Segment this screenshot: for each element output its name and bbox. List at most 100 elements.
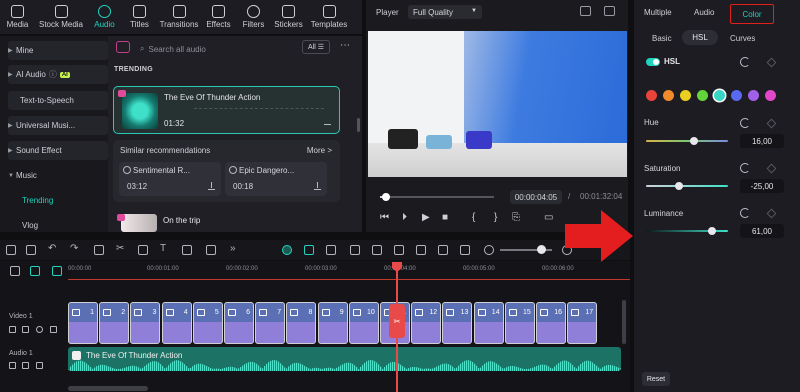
toolbar-audio[interactable]: Audio [87, 0, 122, 34]
crop-icon[interactable] [182, 245, 192, 255]
audio-clip[interactable]: The Eve Of Thunder Action [68, 347, 621, 371]
mark-icon[interactable] [326, 245, 336, 255]
render-icon[interactable] [350, 245, 360, 255]
panel-scrollbar[interactable] [357, 118, 360, 132]
color-swatch[interactable] [646, 90, 657, 101]
lock-icon[interactable] [36, 362, 43, 369]
zoom-slider-handle[interactable] [537, 245, 546, 254]
sidebar-item-text-to-speech[interactable]: Text-to-Speech [8, 91, 108, 110]
similar-item[interactable]: Epic Dangero... 00:18 [225, 162, 327, 196]
split-marker[interactable]: ✂ [389, 304, 405, 338]
shield-icon[interactable] [372, 245, 382, 255]
seek-bar[interactable] [380, 193, 494, 201]
color-swatch[interactable] [748, 90, 759, 101]
download-icon[interactable] [324, 117, 331, 125]
ai-tool-icon[interactable] [282, 245, 292, 255]
video-clip[interactable]: 12 [411, 302, 442, 344]
quality-dropdown[interactable]: Full Quality ▼ [408, 5, 482, 19]
video-track[interactable]: 1234567891011121314151617 [68, 302, 621, 344]
video-clip[interactable]: 1 [68, 302, 98, 344]
magnet-icon[interactable] [52, 266, 62, 276]
more-options-icon[interactable]: ⋯ [340, 40, 350, 51]
reset-icon[interactable] [740, 118, 750, 128]
keyframe-icon[interactable] [766, 57, 777, 68]
video-clip[interactable]: 17 [567, 302, 598, 344]
snapshot-icon[interactable]: ⎘ [512, 212, 520, 223]
timeline-horizontal-scrollbar[interactable] [68, 386, 148, 391]
play-icon[interactable] [123, 166, 131, 174]
lock-icon[interactable] [50, 326, 57, 333]
toolbar-stickers[interactable]: Stickers [271, 0, 306, 34]
reset-button[interactable]: Reset [642, 372, 670, 386]
hsl-toggle[interactable] [646, 58, 660, 66]
redo-icon[interactable]: ↷ [70, 243, 80, 254]
image-icon[interactable] [206, 245, 216, 255]
reset-icon[interactable] [740, 57, 750, 67]
audio-edit-icon[interactable] [138, 245, 148, 255]
subtab-curves[interactable]: Curves [730, 34, 755, 43]
snapshot-image-icon[interactable] [604, 6, 615, 16]
keyframe-icon[interactable] [766, 118, 777, 129]
search-input[interactable]: ⌕ Search all audio [140, 42, 310, 56]
sidebar-item-music[interactable]: ▼ Music [8, 166, 108, 185]
luminance-slider[interactable] [646, 227, 728, 235]
voiceover-icon[interactable] [416, 245, 426, 255]
folder-icon[interactable] [9, 362, 16, 369]
stop-icon[interactable]: ■ [442, 212, 448, 223]
filter-dropdown[interactable]: All ☰ [302, 40, 330, 54]
play-icon[interactable]: ▶ [422, 212, 430, 223]
tab-multiple[interactable]: Multiple [644, 8, 672, 17]
video-clip[interactable]: 15 [504, 302, 535, 344]
hue-value[interactable]: 16,00 [740, 134, 784, 148]
select-arrow-icon[interactable] [26, 245, 36, 255]
download-icon[interactable] [208, 182, 215, 190]
grid-view-icon[interactable] [580, 6, 591, 16]
video-clip[interactable]: 8 [286, 302, 317, 344]
toolbar-titles[interactable]: Titles [122, 0, 157, 34]
keyframe-icon[interactable] [766, 163, 777, 174]
download-icon[interactable] [314, 182, 321, 190]
speaker-icon[interactable] [22, 362, 29, 369]
video-clip[interactable]: 6 [224, 302, 254, 344]
toolbar-filters[interactable]: Filters [236, 0, 271, 34]
play-reverse-icon[interactable]: ⏵ [402, 212, 407, 223]
sidebar-item-mine[interactable]: ▶ Mine [8, 41, 108, 60]
tab-color[interactable]: Color [730, 4, 774, 24]
undo-icon[interactable]: ↶ [48, 243, 58, 254]
timeline-vertical-scrollbar[interactable] [622, 300, 626, 344]
video-clip[interactable]: 9 [317, 302, 348, 344]
color-swatch[interactable] [697, 90, 708, 101]
reset-icon[interactable] [740, 208, 750, 218]
eye-icon[interactable] [36, 326, 43, 333]
speaker-icon[interactable] [22, 326, 29, 333]
hue-slider[interactable] [646, 137, 728, 145]
video-clip[interactable]: 14 [473, 302, 504, 344]
hue-slider-handle[interactable] [689, 137, 698, 145]
color-swatch[interactable] [714, 90, 725, 101]
more-tools-icon[interactable]: » [230, 243, 240, 254]
toolbar-templates[interactable]: Templates [306, 0, 352, 34]
video-clip[interactable]: 16 [536, 302, 566, 344]
play-icon[interactable] [229, 166, 237, 174]
saturation-value[interactable]: -25,00 [740, 179, 784, 193]
mark-in-icon[interactable]: { [472, 212, 475, 223]
video-clip[interactable]: 3 [130, 302, 161, 344]
seek-handle[interactable] [381, 193, 390, 201]
saturation-slider-handle[interactable] [674, 182, 683, 190]
sidebar-item-sound-effect[interactable]: ▶ Sound Effect [8, 141, 108, 160]
link-icon[interactable] [30, 266, 40, 276]
layout-icon[interactable] [6, 245, 16, 255]
import-audio-icon[interactable] [116, 41, 130, 53]
subtab-hsl[interactable]: HSL [682, 30, 718, 45]
toolbar-transitions[interactable]: Transitions [157, 0, 201, 34]
toolbar-effects[interactable]: Effects [201, 0, 236, 34]
zoom-out-icon[interactable] [484, 245, 494, 255]
toolbar-media[interactable]: Media [0, 0, 35, 34]
picture-in-picture-icon[interactable] [438, 245, 448, 255]
video-clip[interactable]: 4 [161, 302, 192, 344]
video-clip[interactable]: 2 [99, 302, 130, 344]
luminance-slider-handle[interactable] [707, 227, 716, 235]
video-clip[interactable]: 5 [192, 302, 223, 344]
split-icon[interactable]: ✂ [116, 243, 126, 254]
similar-item[interactable]: Sentimental R... 03:12 [119, 162, 221, 196]
